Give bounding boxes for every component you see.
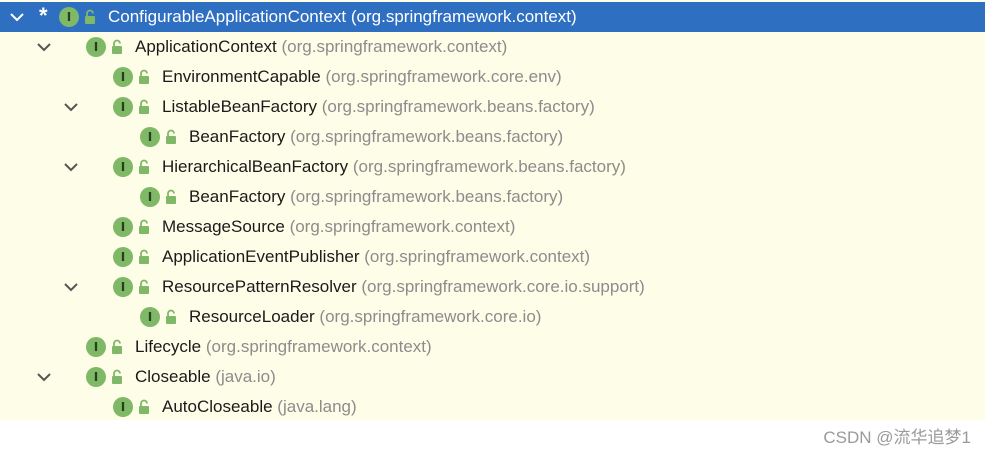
public-lock-icon (166, 189, 176, 204)
tree-row[interactable]: I EnvironmentCapable (org.springframework… (0, 62, 985, 92)
tree-row-label: ApplicationEventPublisher (org.springfra… (162, 247, 590, 267)
package-name: (org.springframework.context) (346, 7, 577, 26)
tree-row[interactable]: I ResourceLoader (org.springframework.cor… (0, 302, 985, 332)
interface-name: Closeable (135, 367, 211, 386)
interface-name: ApplicationContext (135, 37, 277, 56)
interface-name: MessageSource (162, 217, 285, 236)
public-lock-icon (166, 129, 176, 144)
public-lock-icon (112, 369, 122, 384)
tree-row[interactable]: I Closeable (java.io) (0, 362, 985, 392)
tree-row[interactable]: I AutoCloseable (java.lang) (0, 392, 985, 422)
tree-row-label: Lifecycle (org.springframework.context) (135, 337, 432, 357)
public-lock-icon (85, 9, 95, 24)
tree-row-label: ResourceLoader (org.springframework.core… (189, 307, 541, 327)
public-lock-icon (139, 159, 149, 174)
tree-row-label: BeanFactory (org.springframework.beans.f… (189, 187, 563, 207)
interface-icon: I (113, 157, 133, 177)
tree-row-label: ResourcePatternResolver (org.springframe… (162, 277, 645, 297)
public-lock-icon (139, 219, 149, 234)
package-name: (org.springframework.beans.factory) (316, 97, 595, 116)
tree-row[interactable]: I BeanFactory (org.springframework.beans.… (0, 182, 985, 212)
interface-name: AutoCloseable (162, 397, 273, 416)
tree-row[interactable]: I BeanFactory (org.springframework.beans.… (0, 122, 985, 152)
package-name: (org.springframework.beans.factory) (285, 187, 564, 206)
interface-icon: I (140, 307, 160, 327)
interface-name: BeanFactory (189, 127, 286, 146)
chevron-down-icon[interactable] (62, 278, 80, 296)
public-lock-icon (139, 249, 149, 264)
interface-name: ListableBeanFactory (162, 97, 317, 116)
interface-icon: I (113, 217, 133, 237)
tree-row-label: ApplicationContext (org.springframework.… (135, 37, 507, 57)
package-name: (org.springframework.beans.factory) (348, 157, 626, 176)
chevron-down-icon[interactable] (35, 38, 53, 56)
public-lock-icon (139, 279, 149, 294)
chevron-down-icon[interactable] (62, 158, 80, 176)
interface-name: ResourceLoader (189, 307, 315, 326)
tree-row-label: BeanFactory (org.springframework.beans.f… (189, 127, 563, 147)
tree-row-label: MessageSource (org.springframework.conte… (162, 217, 515, 237)
tree-row[interactable]: I ResourcePatternResolver (org.springfram… (0, 272, 985, 302)
interface-name: HierarchicalBeanFactory (162, 157, 349, 176)
tree-row-label: ListableBeanFactory (org.springframework… (162, 97, 595, 117)
package-name: (org.springframework.context) (284, 217, 516, 236)
package-name: (java.io) (210, 367, 276, 386)
interface-icon: I (86, 37, 106, 57)
interface-icon: I (86, 337, 106, 357)
public-lock-icon (139, 69, 149, 84)
interface-icon: I (86, 367, 106, 387)
package-name: (org.springframework.context) (276, 37, 508, 56)
package-name: (org.springframework.context) (201, 337, 432, 356)
package-name: (org.springframework.core.io.support) (356, 277, 645, 296)
tree-row-label: Closeable (java.io) (135, 367, 276, 387)
interface-icon: I (113, 67, 133, 87)
tree-row[interactable]: I HierarchicalBeanFactory (org.springfram… (0, 152, 985, 182)
interface-icon: I (140, 127, 160, 147)
package-name: (org.springframework.core.env) (320, 67, 562, 86)
chevron-down-icon[interactable] (62, 98, 80, 116)
tree-row[interactable]: I ApplicationContext (org.springframework… (0, 32, 985, 62)
package-name: (java.lang) (272, 397, 357, 416)
interface-name: EnvironmentCapable (162, 67, 321, 86)
public-lock-icon (166, 309, 176, 324)
tree-row-label: EnvironmentCapable (org.springframework.… (162, 67, 562, 87)
tree-row-label: ConfigurableApplicationContext (org.spri… (108, 7, 577, 27)
public-lock-icon (112, 39, 122, 54)
interface-icon: I (59, 7, 79, 27)
interface-icon: I (140, 187, 160, 207)
interface-icon: I (113, 97, 133, 117)
interface-icon: I (113, 397, 133, 417)
tree-row[interactable]: * I ConfigurableApplicationContext (org.sp… (0, 2, 985, 32)
chevron-down-icon[interactable] (8, 8, 26, 26)
interface-name: ApplicationEventPublisher (162, 247, 360, 266)
focus-marker-icon: * (39, 3, 48, 28)
tree-row-label: HierarchicalBeanFactory (org.springframe… (162, 157, 626, 177)
tree-row[interactable]: I ListableBeanFactory (org.springframewor… (0, 92, 985, 122)
type-hierarchy-tree: * I ConfigurableApplicationContext (org.sp… (0, 0, 985, 420)
interface-name: ConfigurableApplicationContext (108, 7, 347, 26)
interface-name: BeanFactory (189, 187, 286, 206)
interface-icon: I (113, 277, 133, 297)
tree-row[interactable]: I MessageSource (org.springframework.cont… (0, 212, 985, 242)
public-lock-icon (112, 339, 122, 354)
tree-row[interactable]: I ApplicationEventPublisher (org.springfr… (0, 242, 985, 272)
interface-name: ResourcePatternResolver (162, 277, 357, 296)
package-name: (org.springframework.context) (359, 247, 591, 266)
interface-name: Lifecycle (135, 337, 202, 356)
tree-row[interactable]: I Lifecycle (org.springframework.context) (0, 332, 985, 362)
public-lock-icon (139, 399, 149, 414)
chevron-down-icon[interactable] (35, 368, 53, 386)
package-name: (org.springframework.beans.factory) (285, 127, 564, 146)
public-lock-icon (139, 99, 149, 114)
watermark: CSDN @流华追梦1 (823, 428, 971, 447)
tree-row-label: AutoCloseable (java.lang) (162, 397, 357, 417)
package-name: (org.springframework.core.io) (314, 307, 542, 326)
interface-icon: I (113, 247, 133, 267)
